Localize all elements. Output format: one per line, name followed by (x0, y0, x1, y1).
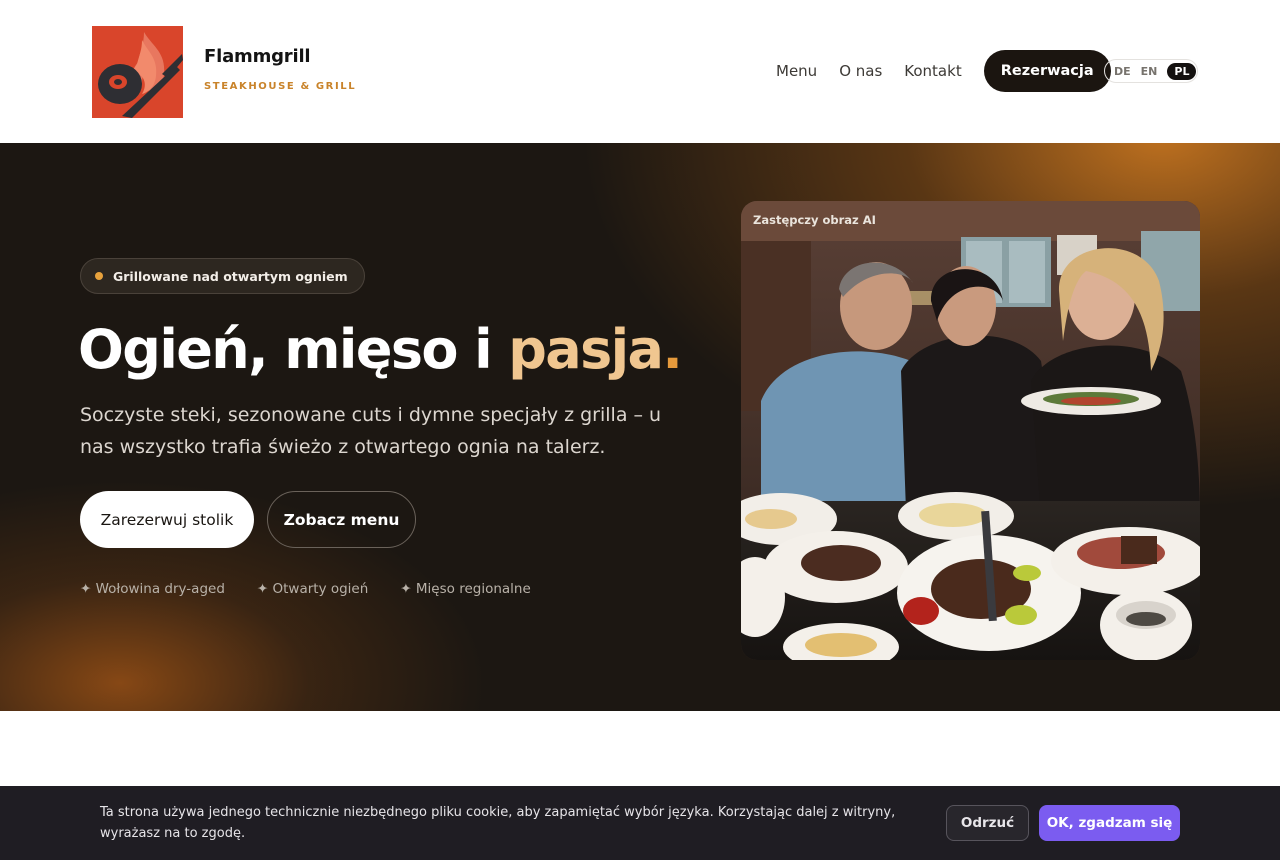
restaurant-diners-image (741, 201, 1200, 660)
hero-badge: Grillowane nad otwartym ogniem (80, 258, 365, 294)
site-header: Flammgrill STEAKHOUSE & GRILL Menu O nas… (0, 0, 1280, 143)
hero-title-accent: pasja (508, 318, 664, 381)
cookie-accept-button[interactable]: OK, zgadzam się (1039, 805, 1180, 841)
logo[interactable] (92, 26, 183, 118)
language-option-en[interactable]: EN (1141, 65, 1158, 78)
brand-name: Flammgrill (204, 46, 311, 67)
hero-badge-text: Grillowane nad otwartym ogniem (113, 268, 348, 284)
image-placeholder-label: Zastępczy obraz AI (753, 213, 876, 227)
book-table-button[interactable]: Zarezerwuj stolik (80, 491, 254, 548)
cookie-banner: Ta strona używa jednego technicznie niez… (0, 786, 1280, 860)
feature-item: ✦ Otwarty ogień (256, 581, 369, 597)
flame-knife-logo-icon (92, 26, 183, 118)
feature-item: ✦ Mięso regionalne (400, 581, 531, 597)
reservation-button[interactable]: Rezerwacja (983, 50, 1111, 92)
main-nav: Menu O nas Kontakt Rezerwacja (776, 50, 1111, 92)
badge-dot-icon (95, 272, 103, 280)
cookie-refuse-button[interactable]: Odrzuć (946, 805, 1029, 841)
hero-title: Ogień, mięso i pasja. (78, 313, 683, 387)
language-option-pl[interactable]: PL (1167, 62, 1197, 80)
hero-subtitle: Soczyste steki, sezonowane cuts i dymne … (80, 404, 662, 458)
nav-link-contact[interactable]: Kontakt (904, 62, 961, 80)
hero-title-dot: . (662, 318, 683, 381)
hero-features: ✦ Wołowina dry-aged ✦ Otwarty ogień ✦ Mi… (80, 581, 563, 597)
hero-title-main: Ogień, mięso i (78, 318, 509, 381)
view-menu-button[interactable]: Zobacz menu (267, 491, 416, 548)
nav-link-about[interactable]: O nas (839, 62, 882, 80)
brand-tagline: STEAKHOUSE & GRILL (204, 81, 357, 92)
nav-link-menu[interactable]: Menu (776, 62, 817, 80)
cookie-text: Ta strona używa jednego technicznie niez… (100, 805, 896, 841)
language-switcher: DE EN PL (1104, 59, 1198, 83)
feature-item: ✦ Wołowina dry-aged (80, 581, 225, 597)
hero-photo: Zastępczy obraz AI (741, 201, 1200, 660)
hero-section: Grillowane nad otwartym ogniem Ogień, mi… (0, 143, 1280, 711)
language-option-de[interactable]: DE (1114, 65, 1131, 78)
